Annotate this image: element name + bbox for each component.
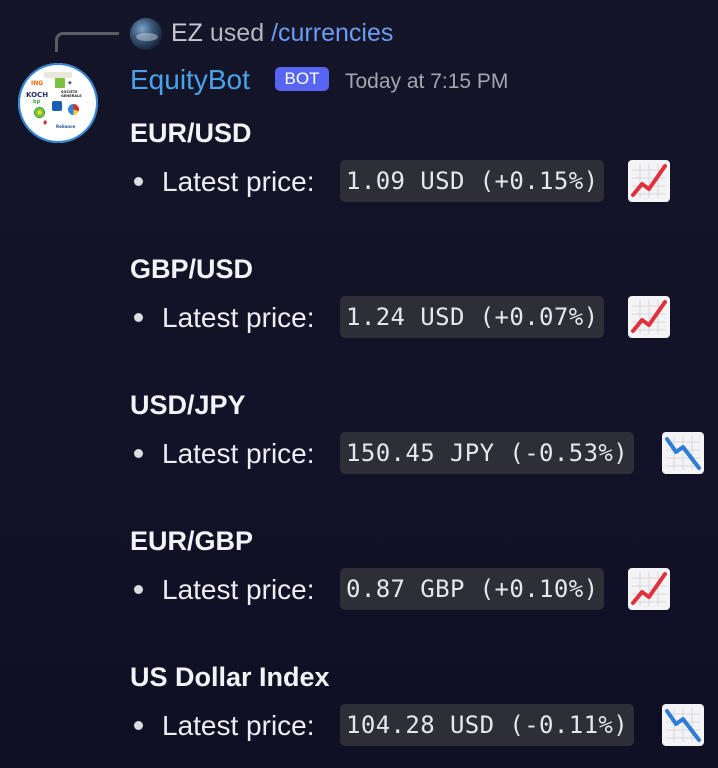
- invocation-verb: used: [209, 19, 265, 47]
- price-value: 1.09 USD (+0.15%): [340, 160, 605, 202]
- price-label: Latest price:: [162, 574, 315, 605]
- price-label: Latest price:: [162, 302, 315, 333]
- bullet-point: [134, 721, 143, 730]
- avatar-logo-small-text: ◆: [68, 80, 72, 86]
- avatar-logo-chevron: [52, 101, 62, 111]
- chart-decreasing-icon: [662, 704, 704, 746]
- chart-increasing-icon: [628, 568, 670, 610]
- invoking-username[interactable]: EZ: [171, 19, 203, 47]
- avatar-logo-bp-text: bp: [33, 99, 41, 105]
- avatar-logo-total: [68, 104, 79, 115]
- currency-pair-heading: GBP/USD: [130, 254, 254, 284]
- price-label: Latest price:: [162, 438, 315, 469]
- command-invocation: EZ used /currencies: [171, 16, 393, 50]
- price-label: Latest price:: [162, 166, 315, 197]
- avatar-logo-green-square: [55, 78, 65, 88]
- currency-pair-heading: US Dollar Index: [130, 662, 330, 692]
- slash-command-link[interactable]: /currencies: [271, 19, 393, 47]
- price-value: 0.87 GBP (+0.10%): [340, 568, 605, 610]
- avatar-logo-shell-flame: ♦: [42, 119, 49, 127]
- bot-badge: BOT: [275, 67, 329, 91]
- chart-decreasing-icon: [662, 432, 704, 474]
- currency-pair-heading: EUR/GBP: [130, 526, 254, 556]
- currency-pair-heading: EUR/USD: [130, 118, 252, 148]
- price-value: 104.28 USD (-0.11%): [340, 704, 635, 746]
- price-label: Latest price:: [162, 710, 315, 741]
- message-timestamp[interactable]: Today at 7:15 PM: [345, 68, 508, 96]
- bot-username[interactable]: EquityBot: [130, 62, 250, 98]
- reply-connector: [55, 32, 119, 52]
- currency-pair-heading: USD/JPY: [130, 390, 246, 420]
- chart-increasing-icon: [628, 160, 670, 202]
- avatar-logo-reliance: Reliance: [56, 124, 76, 129]
- bullet-point: [134, 177, 143, 186]
- chart-increasing-icon: [628, 296, 670, 338]
- bullet-point: [134, 313, 143, 322]
- user-avatar[interactable]: [130, 18, 162, 50]
- avatar-logo-koch: KOCH: [26, 91, 49, 99]
- avatar-logo-societe-generale: SOCIETE GENERALE: [61, 90, 82, 98]
- price-value: 150.45 JPY (-0.53%): [340, 432, 635, 474]
- price-value: 1.24 USD (+0.07%): [340, 296, 605, 338]
- avatar-logo-ing: ING: [31, 80, 44, 87]
- bullet-point: [134, 585, 143, 594]
- avatar-logo-bp: [34, 107, 45, 118]
- bot-avatar[interactable]: ING ◆ KOCH SOCIETE GENERALE bp ♦ Relianc…: [18, 63, 98, 143]
- bullet-point: [134, 449, 143, 458]
